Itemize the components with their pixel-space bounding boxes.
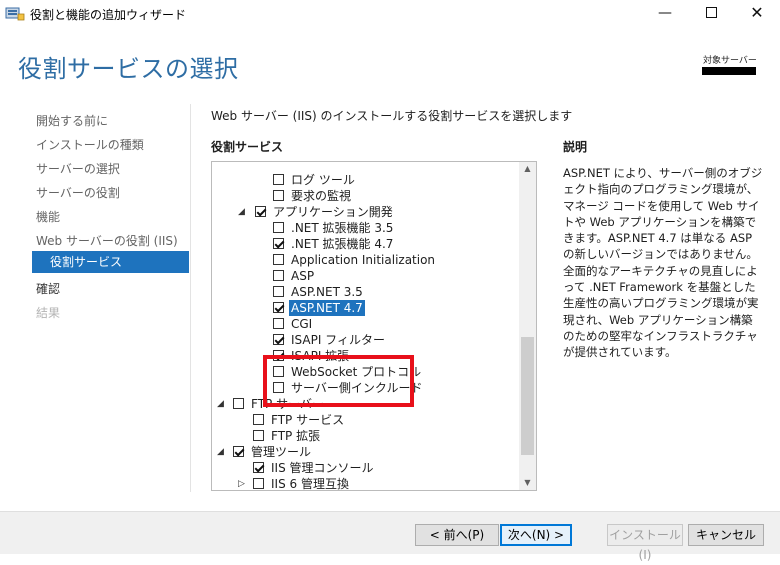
checkbox[interactable] [233, 398, 244, 409]
target-server-redaction [702, 67, 756, 75]
description-heading: 説明 [563, 140, 588, 154]
scroll-down-arrow-icon[interactable]: ▼ [519, 476, 536, 490]
checkbox[interactable] [273, 334, 284, 345]
checkbox[interactable] [273, 222, 284, 233]
nav-divider [190, 104, 191, 492]
checkbox[interactable] [273, 286, 284, 297]
page-title: 役割サービスの選択 [18, 55, 239, 83]
previous-button[interactable]: < 前へ(P) [415, 524, 499, 546]
checkbox[interactable] [255, 206, 266, 217]
checkbox[interactable] [273, 238, 284, 249]
maximize-button[interactable] [688, 0, 734, 28]
checkbox[interactable] [273, 190, 284, 201]
cancel-button[interactable]: キャンセル [688, 524, 764, 546]
role-services-tree[interactable]: ログ ツール 要求の監視 ◢ アプリケーション開発 .NET 拡張機能 3.5 … [211, 161, 537, 491]
checkbox[interactable] [273, 302, 284, 313]
expand-icon[interactable]: ▷ [238, 476, 245, 490]
close-button[interactable]: ✕ [734, 0, 780, 28]
title-bar: 役割と機能の追加ウィザード — ✕ [0, 0, 780, 28]
checkbox[interactable] [253, 430, 264, 441]
target-server-label: 対象サーバー [703, 56, 757, 66]
nav-item-results: 結果 [36, 306, 61, 320]
next-button[interactable]: 次へ(N) > [500, 524, 572, 546]
checkbox[interactable] [273, 270, 284, 281]
checkbox[interactable] [253, 478, 264, 489]
collapse-icon[interactable]: ◢ [238, 204, 245, 220]
role-services-heading: 役割サービス [211, 140, 284, 154]
instruction-text: Web サーバー (IIS) のインストールする役割サービスを選択します [211, 109, 573, 123]
checkbox[interactable] [253, 462, 264, 473]
nav-item-role-services[interactable]: 役割サービス [32, 251, 189, 273]
checkbox[interactable] [273, 254, 284, 265]
nav-item-features[interactable]: 機能 [36, 208, 60, 225]
nav-item-server-roles[interactable]: サーバーの役割 [36, 184, 120, 201]
minimize-button[interactable]: — [642, 0, 688, 28]
server-manager-icon [5, 5, 25, 21]
description-text: ASP.NET により、サーバー側のオブジェクト指向のプログラミング環境が、マネ… [563, 166, 763, 360]
nav-item-web-server-role[interactable]: Web サーバーの役割 (IIS) [36, 232, 178, 249]
checkbox[interactable] [233, 446, 244, 457]
scroll-up-arrow-icon[interactable]: ▲ [519, 162, 536, 176]
nav-item-before-you-begin[interactable]: 開始する前に [36, 112, 108, 129]
scroll-thumb[interactable] [521, 337, 534, 455]
collapse-icon[interactable]: ◢ [217, 396, 224, 412]
highlight-box-websocket [263, 355, 414, 407]
window-title: 役割と機能の追加ウィザード [30, 8, 187, 22]
nav-item-confirmation[interactable]: 確認 [36, 280, 60, 297]
checkbox[interactable] [273, 318, 284, 329]
checkbox[interactable] [253, 414, 264, 425]
checkbox[interactable] [273, 174, 284, 185]
nav-item-server-selection[interactable]: サーバーの選択 [36, 160, 120, 177]
install-button: インストール(I) [607, 524, 683, 562]
maximize-icon [705, 6, 717, 18]
collapse-icon[interactable]: ◢ [217, 444, 224, 460]
tree-scrollbar[interactable]: ▲ ▼ [519, 162, 536, 490]
nav-item-installation-type[interactable]: インストールの種類 [36, 136, 144, 153]
